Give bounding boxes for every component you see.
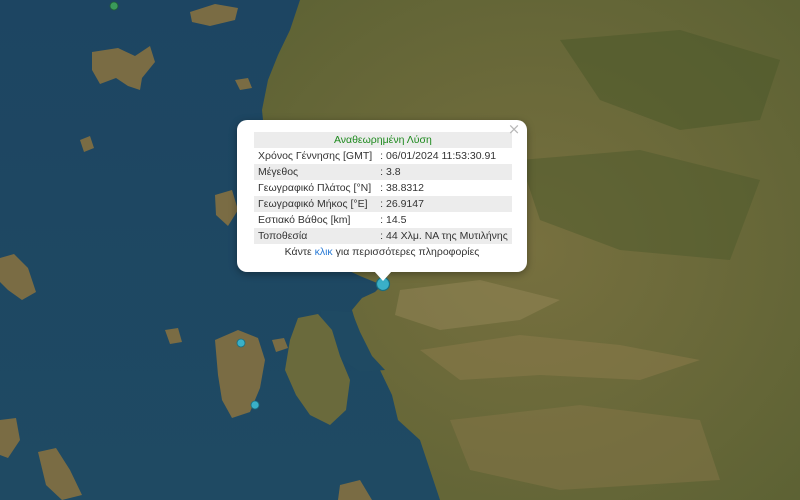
row-label: Μέγεθος xyxy=(254,164,377,180)
row-value: : 26.9147 xyxy=(376,196,512,212)
more-info-link[interactable]: κλικ xyxy=(315,246,333,258)
popup-pointer xyxy=(374,271,392,281)
table-row: Μέγεθος: 3.8 xyxy=(254,164,512,180)
row-value: : 3.8 xyxy=(376,164,512,180)
earthquake-marker-icon[interactable] xyxy=(250,400,260,410)
table-row: Χρόνος Γέννησης [GMT]: 06/01/2024 11:53:… xyxy=(254,148,512,164)
row-value: : 06/01/2024 11:53:30.91 xyxy=(376,148,512,164)
row-label: Χρόνος Γέννησης [GMT] xyxy=(254,148,377,164)
more-info-text: Κάντε κλικ για περισσότερες πληροφορίες xyxy=(254,246,510,258)
table-row: Εστιακό Βάθος [km]: 14.5 xyxy=(254,212,512,228)
earthquake-marker-icon[interactable] xyxy=(236,338,246,348)
event-info-table: Αναθεωρημένη Λύση Χρόνος Γέννησης [GMT]:… xyxy=(254,132,512,244)
more-prefix: Κάντε xyxy=(284,246,315,258)
table-row: Γεωγραφικό Μήκος [°E]: 26.9147 xyxy=(254,196,512,212)
table-row: Γεωγραφικό Πλάτος [°N]: 38.8312 xyxy=(254,180,512,196)
row-label: Γεωγραφικό Μήκος [°E] xyxy=(254,196,377,212)
row-value: : 38.8312 xyxy=(376,180,512,196)
earthquake-marker-icon[interactable] xyxy=(109,1,119,11)
event-info-popup: × Αναθεωρημένη Λύση Χρόνος Γέννησης [GMT… xyxy=(237,120,527,272)
row-label: Γεωγραφικό Πλάτος [°N] xyxy=(254,180,377,196)
popup-title: Αναθεωρημένη Λύση xyxy=(254,132,512,148)
row-value: : 14.5 xyxy=(376,212,512,228)
row-value: : 44 Χλμ. ΝΑ της Μυτιλήνης xyxy=(376,228,512,244)
row-label: Τοποθεσία xyxy=(254,228,377,244)
table-row: Τοποθεσία: 44 Χλμ. ΝΑ της Μυτιλήνης xyxy=(254,228,512,244)
close-icon[interactable]: × xyxy=(507,122,521,137)
row-label: Εστιακό Βάθος [km] xyxy=(254,212,377,228)
more-suffix: για περισσότερες πληροφορίες xyxy=(332,246,480,258)
